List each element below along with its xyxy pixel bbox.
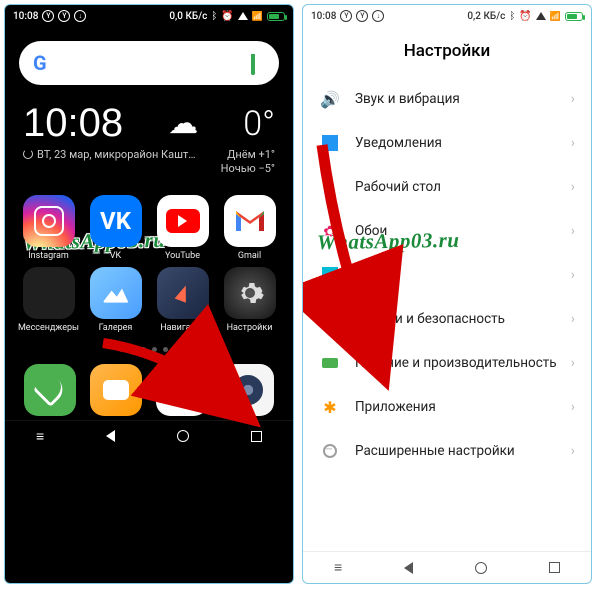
google-search-bar[interactable]: G: [19, 41, 279, 85]
status-app-icon: Y: [42, 10, 54, 22]
nav-menu-icon[interactable]: ≡: [36, 428, 44, 445]
status-time: 10:08: [311, 11, 336, 22]
weather-widget[interactable]: 10:08 ☁ 0°: [5, 93, 293, 148]
chevron-right-icon: ›: [571, 355, 575, 371]
chevron-right-icon: ›: [571, 91, 575, 107]
folder-icon: [23, 267, 75, 319]
dock: 2 2: [5, 358, 293, 420]
camera-icon: [222, 364, 274, 416]
status-app-icon: Y: [58, 10, 70, 22]
navigator-icon: [157, 267, 209, 319]
google-logo-icon: G: [33, 51, 47, 75]
phone-settings-screen: 10:08 Y Y ↓ 0,2 КБ/с ᛒ ⏰ Настройки 🔊 Зву…: [302, 4, 592, 584]
nav-menu-icon[interactable]: ≡: [334, 559, 342, 576]
lock-icon: [319, 308, 341, 330]
app-gallery[interactable]: Галерея: [84, 267, 147, 333]
settings-item-advanced[interactable]: Расширенные настройки ›: [303, 429, 591, 473]
widget-clock: 10:08: [23, 101, 123, 146]
home-screen-icon: ⌂: [319, 176, 341, 198]
refresh-icon: [23, 149, 33, 159]
signal-icon: [536, 12, 546, 20]
nav-back-button[interactable]: [106, 430, 115, 442]
phone-icon: [24, 364, 76, 416]
status-network-speed: 0,0 КБ/с: [169, 11, 207, 22]
navigation-bar: ≡: [5, 420, 293, 452]
wifi-icon: [550, 11, 561, 22]
apps-icon: ✱: [319, 396, 341, 418]
weather-cloud-icon: ☁: [168, 106, 198, 141]
app-folder-messengers[interactable]: Мессенджеры: [17, 267, 80, 333]
settings-gear-icon: [224, 267, 276, 319]
gallery-icon: [90, 267, 142, 319]
advanced-icon: [319, 440, 341, 462]
settings-item-home-screen[interactable]: ⌂ Рабочий стол ›: [303, 165, 591, 209]
signal-icon: [238, 12, 248, 20]
settings-item-battery[interactable]: Питание и производительность ›: [303, 341, 591, 385]
status-app-icon: ↓: [372, 10, 384, 22]
chevron-right-icon: ›: [571, 399, 575, 415]
settings-item-sound[interactable]: 🔊 Звук и вибрация ›: [303, 77, 591, 121]
sound-icon: 🔊: [319, 88, 341, 110]
notifications-icon: [319, 132, 341, 154]
dock-camera[interactable]: [222, 364, 274, 416]
status-bar: 10:08 Y Y ↓ 0,0 КБ/с ᛒ ⏰: [5, 5, 293, 27]
dock-chrome[interactable]: 2 2: [156, 364, 208, 416]
forecast-night: Ночью −5°: [221, 162, 275, 176]
status-time: 10:08: [13, 11, 38, 22]
settings-item-themes[interactable]: Темы ›: [303, 253, 591, 297]
battery-icon: [267, 12, 285, 21]
widget-temperature: 0°: [243, 104, 275, 144]
phone-home-screen: 10:08 Y Y ↓ 0,0 КБ/с ᛒ ⏰ G 10:08 ☁ 0°: [4, 4, 294, 584]
battery-icon: [565, 12, 583, 21]
themes-icon: [319, 264, 341, 286]
settings-list: 🔊 Звук и вибрация › Уведомления › ⌂ Рабо…: [303, 77, 591, 473]
weather-widget-details: ВТ, 23 мар, микрорайон Кашт… Днём +1° Но…: [5, 148, 293, 187]
notification-badge: 2: [196, 362, 210, 376]
dock-phone[interactable]: [24, 364, 76, 416]
gmail-icon: [224, 195, 276, 247]
app-gmail[interactable]: Gmail: [218, 195, 281, 261]
settings-title: Настройки: [303, 27, 591, 77]
chevron-right-icon: ›: [571, 311, 575, 327]
settings-item-apps[interactable]: ✱ Приложения ›: [303, 385, 591, 429]
status-network-speed: 0,2 КБ/с: [467, 11, 505, 22]
widget-date: ВТ, 23 мар, микрорайон Кашт…: [23, 148, 196, 161]
page-indicator[interactable]: [5, 347, 293, 352]
app-navigator[interactable]: Навигатор: [151, 267, 214, 333]
navigation-bar: ≡: [303, 551, 591, 583]
settings-item-notifications[interactable]: Уведомления ›: [303, 121, 591, 165]
youtube-icon: [157, 195, 209, 247]
forecast-day: Днём +1°: [221, 148, 275, 162]
nav-home-button[interactable]: [475, 562, 487, 574]
status-app-icon: Y: [356, 10, 368, 22]
app-settings[interactable]: Настройки: [218, 267, 281, 333]
wifi-icon: [252, 11, 263, 22]
alarm-icon: ⏰: [221, 11, 233, 22]
watermark: WhatsApp03.ru: [317, 228, 460, 255]
chevron-right-icon: ›: [571, 135, 575, 151]
nav-recent-button[interactable]: [251, 431, 262, 442]
nav-recent-button[interactable]: [549, 562, 560, 573]
battery-perf-icon: [319, 352, 341, 374]
vk-icon: VK: [90, 195, 142, 247]
settings-item-security[interactable]: Пароли и безопасность ›: [303, 297, 591, 341]
chevron-right-icon: ›: [571, 223, 575, 239]
chevron-right-icon: ›: [571, 179, 575, 195]
chevron-right-icon: ›: [571, 443, 575, 459]
alarm-icon: ⏰: [519, 11, 531, 22]
dock-messages[interactable]: [90, 364, 142, 416]
nav-back-button[interactable]: [404, 562, 413, 574]
app-grid: Instagram VK VK YouTube Gmail: [5, 187, 293, 341]
nav-home-button[interactable]: [177, 430, 189, 442]
messages-icon: [90, 364, 142, 416]
chrome-icon: 2 2: [156, 364, 208, 416]
voice-search-icon[interactable]: [251, 54, 265, 72]
status-bar: 10:08 Y Y ↓ 0,2 КБ/с ᛒ ⏰: [303, 5, 591, 27]
status-app-icon: ↓: [74, 10, 86, 22]
status-app-icon: Y: [340, 10, 352, 22]
bluetooth-icon: ᛒ: [509, 11, 515, 22]
chevron-right-icon: ›: [571, 267, 575, 283]
instagram-icon: [23, 195, 75, 247]
bluetooth-icon: ᛒ: [211, 11, 217, 22]
